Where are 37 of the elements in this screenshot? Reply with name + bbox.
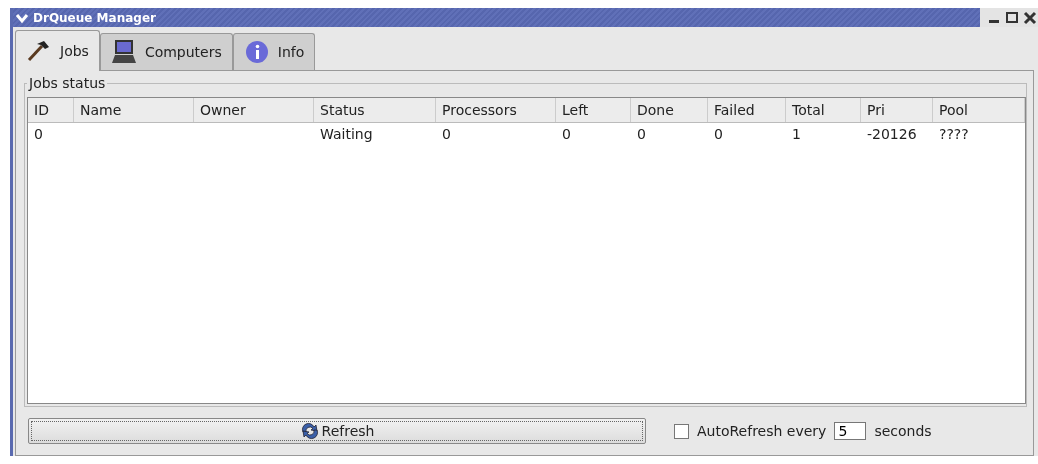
maximize-icon[interactable] xyxy=(1004,9,1020,26)
table-cell-text: Waiting xyxy=(319,125,374,144)
tab[interactable]: Info xyxy=(232,33,316,70)
table-cell-text: 1 xyxy=(791,125,802,144)
table-cell-text: 0 xyxy=(33,125,44,144)
table-cell-text: 0 xyxy=(561,125,572,144)
unit-label: seconds xyxy=(874,423,932,439)
column-header[interactable]: Owner xyxy=(194,98,314,122)
column-header[interactable]: Left xyxy=(556,98,631,122)
hammer-icon xyxy=(26,38,52,64)
table-cell-text: 0 xyxy=(713,125,724,144)
table-cell-text: -20126 xyxy=(866,125,918,144)
checkbox[interactable] xyxy=(674,423,689,439)
group-title: Jobs status xyxy=(27,75,108,91)
refresh-button[interactable]: Refresh xyxy=(28,418,646,444)
computer-icon xyxy=(110,39,137,65)
tab[interactable]: Computers xyxy=(99,33,233,70)
column-header[interactable]: Total xyxy=(786,98,861,122)
column-header[interactable]: Pri xyxy=(861,98,933,122)
window-menu-icon[interactable] xyxy=(15,11,29,24)
column-header[interactable]: Name xyxy=(74,98,194,122)
refresh-icon xyxy=(299,422,320,440)
column-header[interactable]: ID xyxy=(28,98,74,122)
table-cell-text: 0 xyxy=(441,125,452,144)
tab[interactable]: Jobs xyxy=(15,30,100,71)
table-cell-text: 0 xyxy=(636,125,647,144)
table-cell-text: ???? xyxy=(938,125,970,144)
column-header[interactable]: Failed xyxy=(708,98,786,122)
column-header[interactable]: Status xyxy=(314,98,436,122)
window-title: DrQueue Manager xyxy=(33,10,156,25)
column-header[interactable]: Processors xyxy=(436,98,556,122)
seconds-field[interactable]: 5 xyxy=(834,422,867,440)
column-header[interactable]: Done xyxy=(631,98,708,122)
info-icon xyxy=(243,39,270,65)
close-icon[interactable] xyxy=(1022,9,1038,26)
checkbox-label[interactable]: AutoRefresh every xyxy=(697,423,827,439)
column-header[interactable]: Pool xyxy=(933,98,1025,122)
